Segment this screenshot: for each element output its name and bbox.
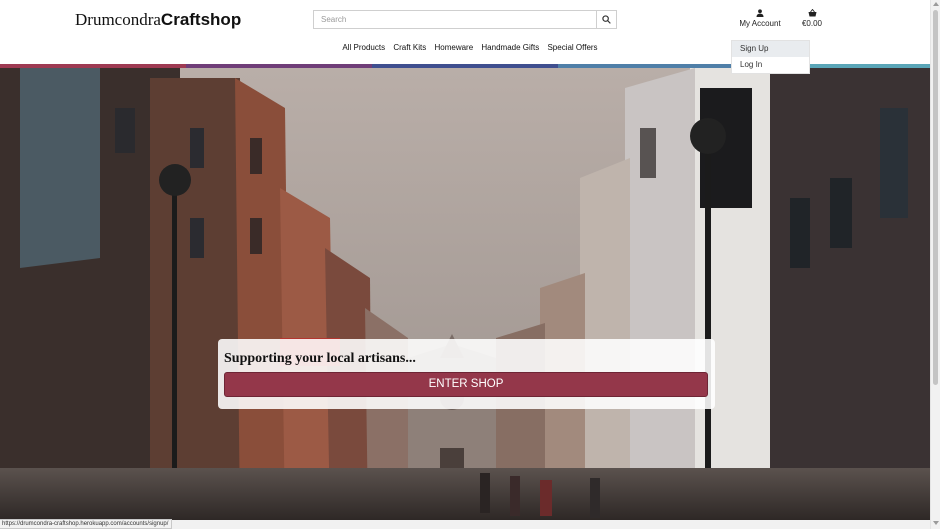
shopping-basket-icon bbox=[797, 8, 827, 19]
my-account-label: My Account bbox=[739, 19, 781, 28]
hero-cta-card: Supporting your local artisans... ENTER … bbox=[218, 339, 715, 409]
logo-text-secondary: Craftshop bbox=[160, 10, 242, 29]
scroll-up-arrow-icon[interactable] bbox=[933, 2, 939, 6]
my-account-link[interactable]: My Account bbox=[734, 9, 786, 28]
site-logo[interactable]: DrumcondraCraftshop bbox=[75, 10, 241, 30]
nav-all-products[interactable]: All Products bbox=[342, 43, 385, 52]
account-dropdown-menu: Sign Up Log In bbox=[731, 40, 810, 74]
search-input[interactable] bbox=[314, 11, 598, 28]
search-form bbox=[313, 10, 617, 29]
dropdown-item-sign-up[interactable]: Sign Up bbox=[732, 41, 809, 57]
vertical-scrollbar[interactable] bbox=[930, 0, 940, 529]
scrollbar-thumb[interactable] bbox=[933, 10, 938, 385]
shopping-cart-link[interactable]: €0.00 bbox=[797, 8, 827, 28]
enter-shop-button[interactable]: ENTER SHOP bbox=[224, 372, 708, 397]
nav-handmade-gifts[interactable]: Handmade Gifts bbox=[481, 43, 539, 52]
scroll-down-arrow-icon[interactable] bbox=[933, 521, 939, 525]
nav-craft-kits[interactable]: Craft Kits bbox=[393, 43, 426, 52]
nav-homeware[interactable]: Homeware bbox=[434, 43, 473, 52]
nav-special-offers[interactable]: Special Offers bbox=[547, 43, 597, 52]
search-button[interactable] bbox=[596, 11, 616, 28]
street-scene-image bbox=[0, 68, 930, 520]
browser-status-url: https://drumcondra-craftshop.herokuapp.c… bbox=[0, 519, 172, 529]
logo-text-primary: Drumcondra bbox=[75, 10, 161, 29]
search-icon bbox=[602, 15, 611, 24]
hero-tagline: Supporting your local artisans... bbox=[224, 351, 416, 366]
dropdown-item-log-in[interactable]: Log In bbox=[732, 57, 809, 73]
hero-banner: Supporting your local artisans... ENTER … bbox=[0, 68, 930, 520]
user-icon bbox=[734, 9, 786, 19]
cart-total: €0.00 bbox=[801, 19, 823, 28]
